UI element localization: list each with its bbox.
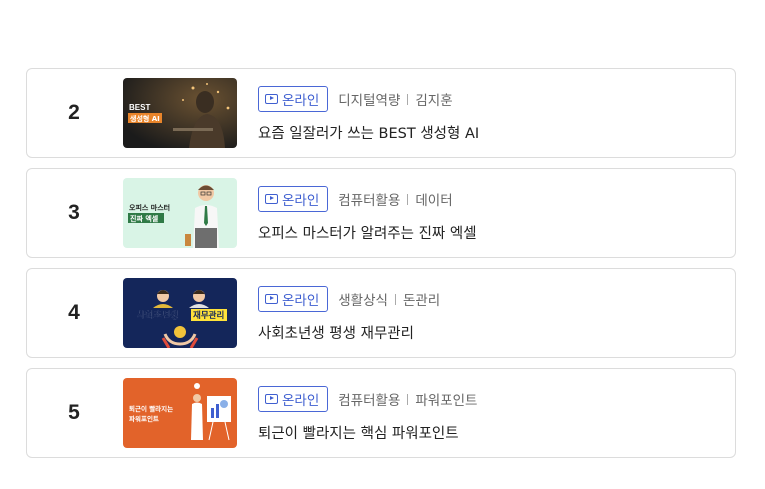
play-icon	[265, 194, 278, 204]
divider	[407, 93, 409, 105]
rank-number: 3	[68, 201, 80, 224]
course-thumbnail[interactable]: BEST 생성형 AI	[123, 78, 237, 148]
course-title[interactable]: 퇴근이 빨라지는 핵심 파워포인트	[258, 422, 459, 443]
course-card[interactable]: 4 사회초년생 재무관리 온라인 생활상식 돈관리 사회초년생 평생 재무관리	[26, 268, 736, 358]
play-icon	[265, 394, 278, 404]
course-card[interactable]: 5 퇴근이 빨라지는 파워포인트 온라인 컴퓨터활용 파워포인트 퇴근이 빨라지…	[26, 368, 736, 458]
thumb-text: BEST	[129, 103, 150, 112]
thumb-text: 파워포인트	[129, 414, 159, 423]
thumb-text: 퇴근이 빨라지는	[129, 404, 173, 413]
badge-label: 온라인	[282, 393, 320, 409]
rank-number: 4	[68, 301, 80, 324]
course-title[interactable]: 요즘 일잘러가 쓰는 BEST 생성형 AI	[258, 122, 479, 143]
thumb-text: 오피스 마스터	[129, 203, 170, 212]
online-badge: 온라인	[258, 286, 329, 312]
course-card[interactable]: 2 BEST 생성형 AI 온라인 디지털역량 김지훈 요즘 일잘러가 쓰는 B…	[26, 68, 736, 158]
play-icon	[265, 294, 278, 304]
subcategory-label: 데이터	[415, 193, 453, 209]
online-badge: 온라인	[258, 186, 329, 212]
thumb-text: 사회초년생	[137, 309, 178, 321]
divider	[407, 193, 409, 205]
thumb-text: 재무관리	[193, 310, 224, 321]
course-title[interactable]: 사회초년생 평생 재무관리	[258, 322, 414, 343]
rank-number: 2	[68, 101, 80, 124]
play-icon	[265, 94, 278, 104]
subcategory-label: 김지훈	[415, 93, 453, 109]
course-thumbnail[interactable]: 오피스 마스터 진짜 엑셀	[123, 178, 237, 248]
category-label: 컴퓨터활용	[338, 193, 401, 209]
course-thumbnail[interactable]: 퇴근이 빨라지는 파워포인트	[123, 378, 237, 448]
course-meta: 온라인 컴퓨터활용 데이터	[258, 186, 453, 212]
divider	[394, 293, 396, 305]
badge-label: 온라인	[282, 93, 320, 109]
course-meta: 온라인 컴퓨터활용 파워포인트	[258, 386, 477, 412]
course-title[interactable]: 오피스 마스터가 알려주는 진짜 엑셀	[258, 222, 477, 243]
divider	[407, 393, 409, 405]
rank-number: 5	[68, 401, 80, 424]
thumb-text: 생성형 AI	[130, 114, 160, 123]
course-thumbnail[interactable]: 사회초년생 재무관리	[123, 278, 237, 348]
badge-label: 온라인	[282, 193, 320, 209]
course-ranking-list: 2 BEST 생성형 AI 온라인 디지털역량 김지훈 요즘 일잘러가 쓰는 B…	[26, 68, 736, 468]
course-card[interactable]: 3 오피스 마스터 진짜 엑셀 온라인 컴퓨터활용 데이터 오피스 마스터가 알…	[26, 168, 736, 258]
course-meta: 온라인 생활상식 돈관리	[258, 286, 440, 312]
course-meta: 온라인 디지털역량 김지훈	[258, 86, 453, 112]
thumb-text: 진짜 엑셀	[130, 214, 159, 223]
online-badge: 온라인	[258, 386, 329, 412]
category-label: 생활상식	[338, 293, 388, 309]
category-label: 컴퓨터활용	[338, 393, 401, 409]
online-badge: 온라인	[258, 86, 329, 112]
subcategory-label: 돈관리	[402, 293, 441, 309]
subcategory-label: 파워포인트	[415, 393, 478, 409]
category-label: 디지털역량	[338, 93, 401, 109]
badge-label: 온라인	[282, 293, 320, 309]
